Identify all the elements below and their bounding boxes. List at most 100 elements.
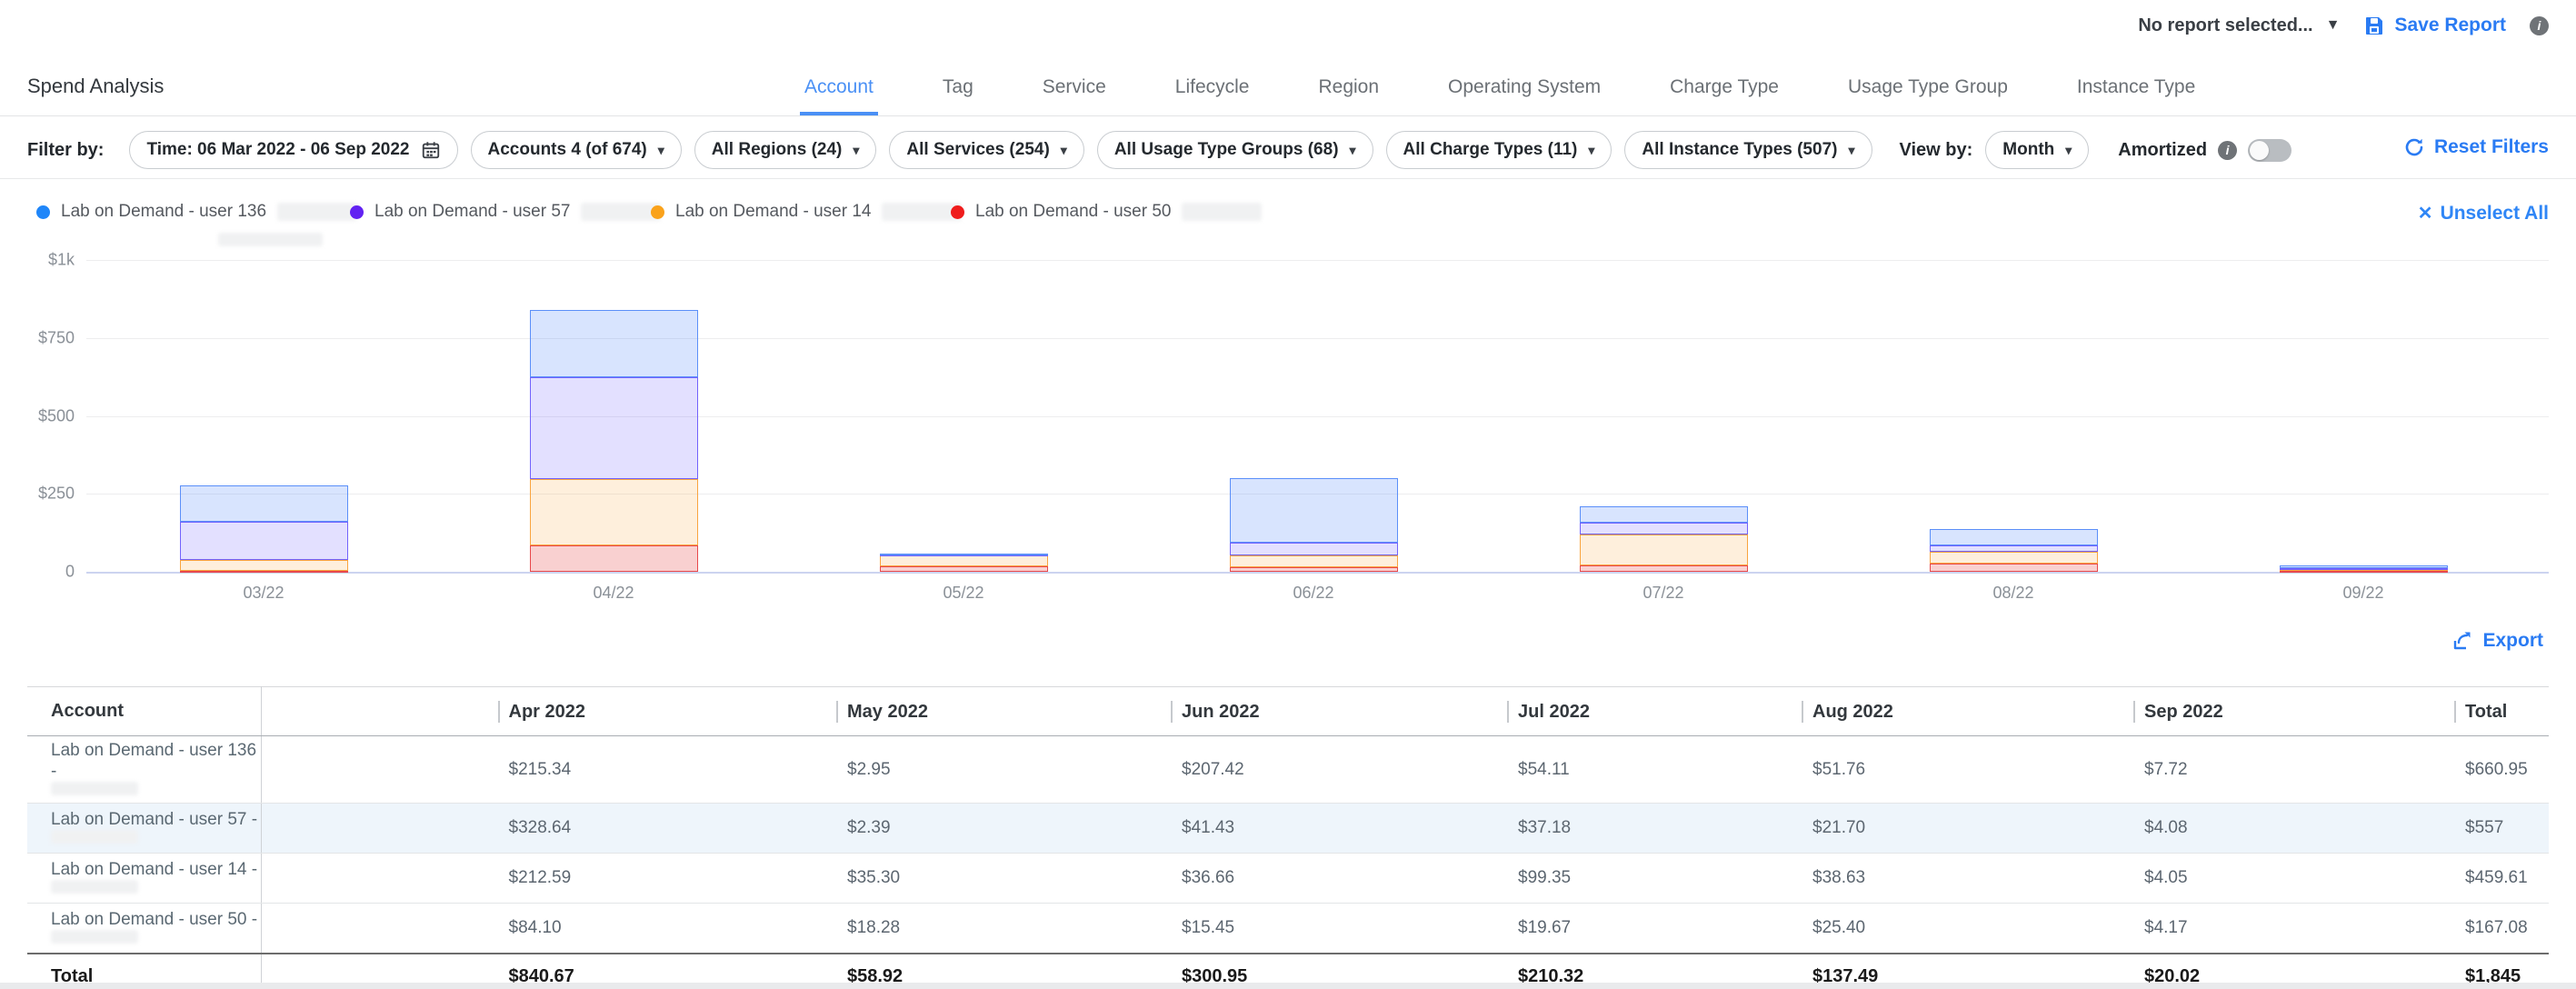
reset-filters-button[interactable]: Reset Filters [2403, 136, 2549, 158]
redacted-text [218, 233, 323, 246]
bar-segment-lab-on-demand-user-14-05-22 [880, 555, 1048, 566]
info-icon[interactable]: i [2530, 16, 2549, 35]
page-title: Spend Analysis [27, 75, 164, 98]
save-report-button[interactable]: Save Report [2363, 15, 2506, 36]
filter-pill-all-charge-types[interactable]: All Charge Types (11)▾ [1386, 131, 1612, 169]
table-cell: $4.17 [2124, 904, 2445, 954]
account-cell: Lab on Demand - user 14 - [27, 854, 261, 904]
tab-instance-type[interactable]: Instance Type [2072, 73, 2200, 115]
bar-segment-lab-on-demand-user-50-04-22 [530, 545, 698, 572]
table-cell: $2.95 [827, 736, 1162, 804]
y-axis-tick-label: $250 [0, 485, 75, 504]
report-selector-dropdown[interactable]: No report selected... ▼ [2138, 15, 2340, 36]
column-header-label: Total [2454, 701, 2507, 723]
filter-pill-label: All Usage Type Groups (68) [1114, 140, 1339, 160]
bar-segment-lab-on-demand-user-136-03-22 [180, 485, 348, 522]
bar-segment-lab-on-demand-user-57-04-22 [530, 377, 698, 480]
bar-segment-lab-on-demand-user-136-06-22 [1230, 478, 1398, 543]
filter-pill-label: Accounts 4 (of 674) [488, 140, 647, 160]
amortized-label: Amortized [2118, 140, 2207, 161]
filter-pill-accounts-4[interactable]: Accounts 4 (of 674)▾ [471, 131, 682, 169]
filter-pills: Time: 06 Mar 2022 - 06 Sep 2022 Accounts … [129, 131, 1872, 169]
filter-pill-label: Time: 06 Mar 2022 - 06 Sep 2022 [146, 140, 409, 160]
x-axis-tick-label: 09/22 [2309, 584, 2418, 603]
table-cell: $35.30 [827, 854, 1162, 904]
filter-pill-all-usage-type-groups[interactable]: All Usage Type Groups (68) ▾ [1097, 131, 1373, 169]
bar-segment-lab-on-demand-user-50-07-22 [1580, 565, 1748, 572]
view-by-label: View by: [1900, 140, 1973, 161]
tab-region[interactable]: Region [1313, 73, 1383, 115]
bar-segment-lab-on-demand-user-14-07-22 [1580, 534, 1748, 565]
tab-operating-system[interactable]: Operating System [1443, 73, 1605, 115]
chevron-down-icon: ▾ [2065, 144, 2072, 156]
filter-pill-label: All Services (254) [906, 140, 1049, 160]
column-header-label: Aug 2022 [1802, 701, 1893, 723]
spend-table-wrap: AccountApr 2022May 2022Jun 2022Jul 2022A… [27, 686, 2549, 989]
export-icon [2451, 630, 2473, 652]
unselect-all-button[interactable]: ✕ Unselect All [2418, 202, 2549, 225]
filter-pill-label: All Regions (24) [712, 140, 843, 160]
column-header-aug-2022: Aug 2022 [1792, 687, 2124, 736]
info-icon[interactable]: i [2218, 141, 2237, 160]
spend-chart: $1k$750$500$250003/2204/2205/2206/2207/2… [0, 245, 2576, 609]
table-cell: $7.72 [2124, 736, 2445, 804]
filter-pill-all-services[interactable]: All Services (254)▾ [889, 131, 1083, 169]
bar-segment-lab-on-demand-user-14-08-22 [1930, 552, 2098, 564]
column-header-apr-2022: Apr 2022 [261, 687, 827, 736]
legend-label: Lab on Demand - user 57 [374, 202, 570, 222]
tab-tag[interactable]: Tag [938, 73, 978, 115]
tab-service[interactable]: Service [1038, 73, 1111, 115]
table-cell: $4.05 [2124, 854, 2445, 904]
table-cell: $37.18 [1498, 804, 1792, 854]
table-cell: $207.42 [1162, 736, 1498, 804]
bar-segment-lab-on-demand-user-14-04-22 [530, 479, 698, 545]
legend-item-lab-on-demand-user-14[interactable]: Lab on Demand - user 14 [651, 202, 962, 222]
filter-by-label: Filter by: [27, 140, 104, 161]
filter-pill-time[interactable]: Time: 06 Mar 2022 - 06 Sep 2022 [129, 131, 457, 169]
topbar: No report selected... ▼ Save Report i [2138, 9, 2549, 42]
column-header-label: Sep 2022 [2133, 701, 2223, 723]
calendar-icon [421, 140, 441, 160]
filter-pill-all-instance-types[interactable]: All Instance Types (507)▾ [1624, 131, 1872, 169]
legend-label: Lab on Demand - user 136 [61, 202, 266, 222]
tab-usage-type-group[interactable]: Usage Type Group [1843, 73, 2012, 115]
unselect-all-label: Unselect All [2441, 203, 2549, 225]
legend-item-lab-on-demand-user-136[interactable]: Lab on Demand - user 136 [36, 202, 357, 222]
table-cell: $18.28 [827, 904, 1162, 954]
table-cell: $15.45 [1162, 904, 1498, 954]
export-button[interactable]: Export [2451, 630, 2543, 652]
table-cell: $167.08 [2445, 904, 2549, 954]
column-header-sep-2022: Sep 2022 [2124, 687, 2445, 736]
filter-pill-all-regions[interactable]: All Regions (24) ▾ [694, 131, 877, 169]
tab-account[interactable]: Account [800, 73, 878, 115]
legend-item-lab-on-demand-user-57[interactable]: Lab on Demand - user 57 [350, 202, 661, 222]
toggle-knob [2250, 141, 2269, 160]
table-body: Lab on Demand - user 136 -$215.34$2.95$2… [27, 736, 2549, 989]
bar-segment-lab-on-demand-user-57-08-22 [1930, 545, 2098, 552]
redacted-text [51, 930, 138, 944]
redacted-text [51, 782, 138, 795]
table-cell: $51.76 [1792, 736, 2124, 804]
tab-lifecycle[interactable]: Lifecycle [1171, 73, 1254, 115]
table-header-row: AccountApr 2022May 2022Jun 2022Jul 2022A… [27, 687, 2549, 736]
redacted-text [51, 880, 138, 894]
view-by-dropdown[interactable]: Month ▾ [1985, 131, 2089, 169]
gridline [86, 338, 2549, 339]
table-cell: $4.08 [2124, 804, 2445, 854]
filter-bar: Filter by: Time: 06 Mar 2022 - 06 Sep 20… [27, 128, 2549, 172]
tab-charge-type[interactable]: Charge Type [1665, 73, 1783, 115]
bottom-divider [0, 983, 2576, 989]
chevron-down-icon: ▾ [853, 144, 859, 156]
legend-dot [951, 205, 964, 219]
chevron-down-icon: ▾ [1350, 144, 1356, 156]
y-axis-tick-label: $500 [0, 406, 75, 425]
x-axis-tick-label: 03/22 [209, 584, 318, 603]
legend-item-lab-on-demand-user-50[interactable]: Lab on Demand - user 50 [951, 202, 1262, 222]
bar-segment-lab-on-demand-user-50-06-22 [1230, 567, 1398, 572]
legend-dot [36, 205, 50, 219]
bar-segment-lab-on-demand-user-57-06-22 [1230, 543, 1398, 555]
amortized-toggle[interactable] [2248, 139, 2291, 162]
table-cell: $2.39 [827, 804, 1162, 854]
bar-segment-lab-on-demand-user-57-09-22 [2280, 568, 2448, 570]
legend-label: Lab on Demand - user 50 [975, 202, 1171, 222]
